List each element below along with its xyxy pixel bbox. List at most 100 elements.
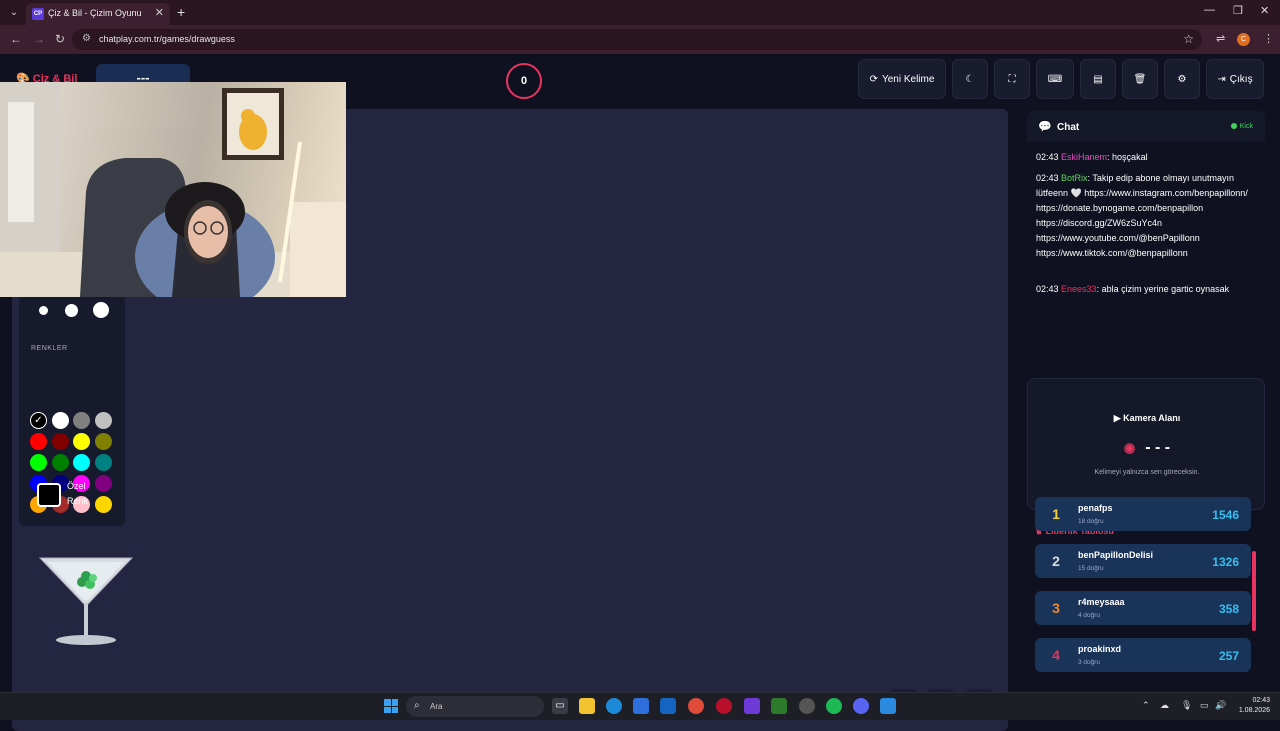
url-text: chatplay.com.tr/games/drawguess	[99, 34, 235, 44]
leaderboard-row: 2 benPapillonDelisi 15 doğru 1326	[1035, 544, 1251, 578]
colors-label: RENKLER	[31, 345, 68, 352]
file-explorer-icon[interactable]	[579, 698, 595, 714]
settings-button[interactable]: ⚙	[1164, 59, 1200, 99]
forward-icon[interactable]: →	[33, 32, 45, 46]
leaderboard-correct-count: 3 doğru	[1078, 659, 1101, 666]
new-tab-icon[interactable]: +	[177, 4, 185, 20]
network-icon[interactable]: ▭	[1200, 700, 1209, 711]
app-blue-icon[interactable]	[880, 698, 896, 714]
task-view-icon[interactable]: ▭	[552, 698, 568, 714]
chat-message-user[interactable]: EskiHanem	[1061, 152, 1107, 162]
leaderboard-correct-count: 4 doğru	[1078, 612, 1101, 619]
browser-tab[interactable]: CP Çiz & Bil - Çizim Oyunu ✕	[26, 3, 170, 25]
spotify-icon[interactable]	[826, 698, 842, 714]
chat-message-user[interactable]: BotRix	[1061, 173, 1088, 183]
window-close-icon[interactable]: ✕	[1260, 4, 1269, 17]
taskbar-search[interactable]: ⌕ Ara	[406, 696, 544, 717]
chrome-icon[interactable]	[688, 698, 704, 714]
leaderboard-score: 257	[1218, 649, 1239, 663]
leaderboard-name: penafps	[1078, 503, 1113, 513]
browser-menu-icon[interactable]: ⋮	[1263, 32, 1274, 45]
refresh-icon: ⟳	[869, 73, 878, 85]
volume-icon[interactable]: 🔊	[1215, 700, 1226, 711]
chat-message-text: : abla çizim yerine gartic oynasak	[1096, 284, 1230, 294]
site-info-icon[interactable]: ⚙	[82, 33, 91, 44]
keyboard-button[interactable]: ⌨	[1036, 59, 1074, 99]
color-swatch[interactable]	[94, 433, 112, 450]
color-swatch[interactable]	[30, 433, 47, 450]
color-swatch[interactable]	[30, 454, 47, 471]
chat-message-user[interactable]: Enees33	[1061, 284, 1097, 294]
color-swatch[interactable]	[51, 454, 69, 471]
tool-panel: RENKLER ✓ Özel Renk	[19, 294, 125, 526]
status-dot	[1230, 123, 1237, 130]
color-swatch[interactable]	[73, 454, 90, 471]
trash-icon: 🗑	[1133, 73, 1147, 85]
custom-color-button[interactable]	[37, 483, 61, 507]
expand-icon: ⛶	[1008, 73, 1016, 85]
moon-icon: ☾	[965, 73, 975, 85]
color-swatch[interactable]	[73, 412, 90, 429]
color-swatch[interactable]	[73, 433, 90, 450]
logout-icon: ⇥	[1217, 73, 1226, 85]
leaderboard-name: proakinxd	[1078, 644, 1122, 654]
app-gray-icon[interactable]	[799, 698, 815, 714]
logout-button[interactable]: ⇥ Çıkış	[1206, 59, 1264, 99]
tab-title: Çiz & Bil - Çizim Oyunu	[48, 8, 142, 18]
tab-close-icon[interactable]: ✕	[155, 6, 164, 19]
brush-size-medium[interactable]	[65, 304, 78, 317]
video-camera-icon: ▶	[1113, 413, 1124, 423]
taskbar-search-placeholder: Ara	[430, 702, 443, 711]
logout-label: Çıkış	[1229, 73, 1253, 85]
chat-panel: 💬 Chat Kick 02:43 EskiHanem: hoşçakal 02:…	[1027, 111, 1265, 371]
eye-icon[interactable]: ◉	[1124, 440, 1135, 455]
delete-button[interactable]: 🗑	[1122, 59, 1158, 99]
mic-icon[interactable]: 🎙	[1181, 700, 1192, 711]
color-swatch[interactable]	[94, 412, 112, 429]
reload-icon[interactable]: ↻	[55, 32, 65, 46]
edge-icon[interactable]	[606, 698, 622, 714]
fullscreen-button[interactable]: ⛶	[994, 59, 1030, 99]
maximize-icon[interactable]: ❐	[1233, 4, 1243, 17]
chat-message-text: : Takip edip abone olmayı unutmayın lütf…	[1036, 173, 1248, 258]
archive-button[interactable]: ▤	[1080, 59, 1116, 99]
address-bar: ← → ↻ ⚙ chatplay.com.tr/games/drawguess …	[0, 25, 1280, 54]
camera-area: ▶ Kamera Alanı ◉ - - - Kelimeyi yalnızca …	[1027, 378, 1265, 510]
color-swatch[interactable]	[94, 454, 112, 471]
profile-avatar[interactable]: C	[1237, 33, 1250, 46]
tab-search-icon[interactable]: ⌄	[6, 5, 22, 21]
color-swatch[interactable]	[51, 433, 69, 450]
new-word-button[interactable]: ⟳ Yeni Kelime	[858, 59, 946, 99]
minimize-icon[interactable]: —	[1204, 4, 1215, 16]
chat-title: Chat	[1057, 122, 1080, 133]
leaderboard-scrollbar[interactable]	[1252, 551, 1256, 631]
mail-icon[interactable]	[660, 698, 676, 714]
chat-message-text: : hoşçakal	[1107, 152, 1148, 162]
chat-message-time: 02:43	[1036, 173, 1062, 183]
bookmark-star-icon[interactable]: ☆	[1183, 32, 1194, 46]
leaderboard-correct-count: 18 doğru	[1078, 518, 1104, 525]
color-swatch[interactable]: ✓	[30, 412, 47, 429]
clapper-icon[interactable]	[744, 698, 760, 714]
chat-message-time: 02:43	[1036, 152, 1062, 162]
app-red-icon[interactable]	[716, 698, 732, 714]
store-icon[interactable]	[633, 698, 649, 714]
brush-size-small[interactable]	[39, 306, 48, 315]
brush-size-large[interactable]	[93, 302, 109, 318]
kick-status: Kick	[1230, 123, 1253, 130]
extensions-icon[interactable]: ⇌	[1216, 32, 1225, 45]
back-icon[interactable]: ←	[10, 32, 22, 46]
weather-icon[interactable]: ☁	[1160, 700, 1169, 711]
clock-date: 1.08.2026	[1238, 707, 1270, 714]
start-button[interactable]	[384, 699, 398, 713]
taskbar-clock[interactable]: 02:43 1.08.2026	[1234, 696, 1270, 716]
leaderboard-row: 4 proakinxd 3 doğru 257	[1035, 638, 1251, 672]
discord-icon[interactable]	[853, 698, 869, 714]
play-icon[interactable]	[771, 698, 787, 714]
dark-mode-button[interactable]: ☾	[952, 59, 988, 99]
leaderboard-rank: 2	[1052, 553, 1060, 569]
tray-chevron-icon[interactable]: ⌃	[1142, 700, 1150, 711]
chat-message: 02:43 EskiHanem: hoşçakal	[1036, 150, 1264, 165]
url-field[interactable]: ⚙ chatplay.com.tr/games/drawguess ☆	[72, 29, 1202, 50]
color-swatch[interactable]	[51, 412, 69, 429]
